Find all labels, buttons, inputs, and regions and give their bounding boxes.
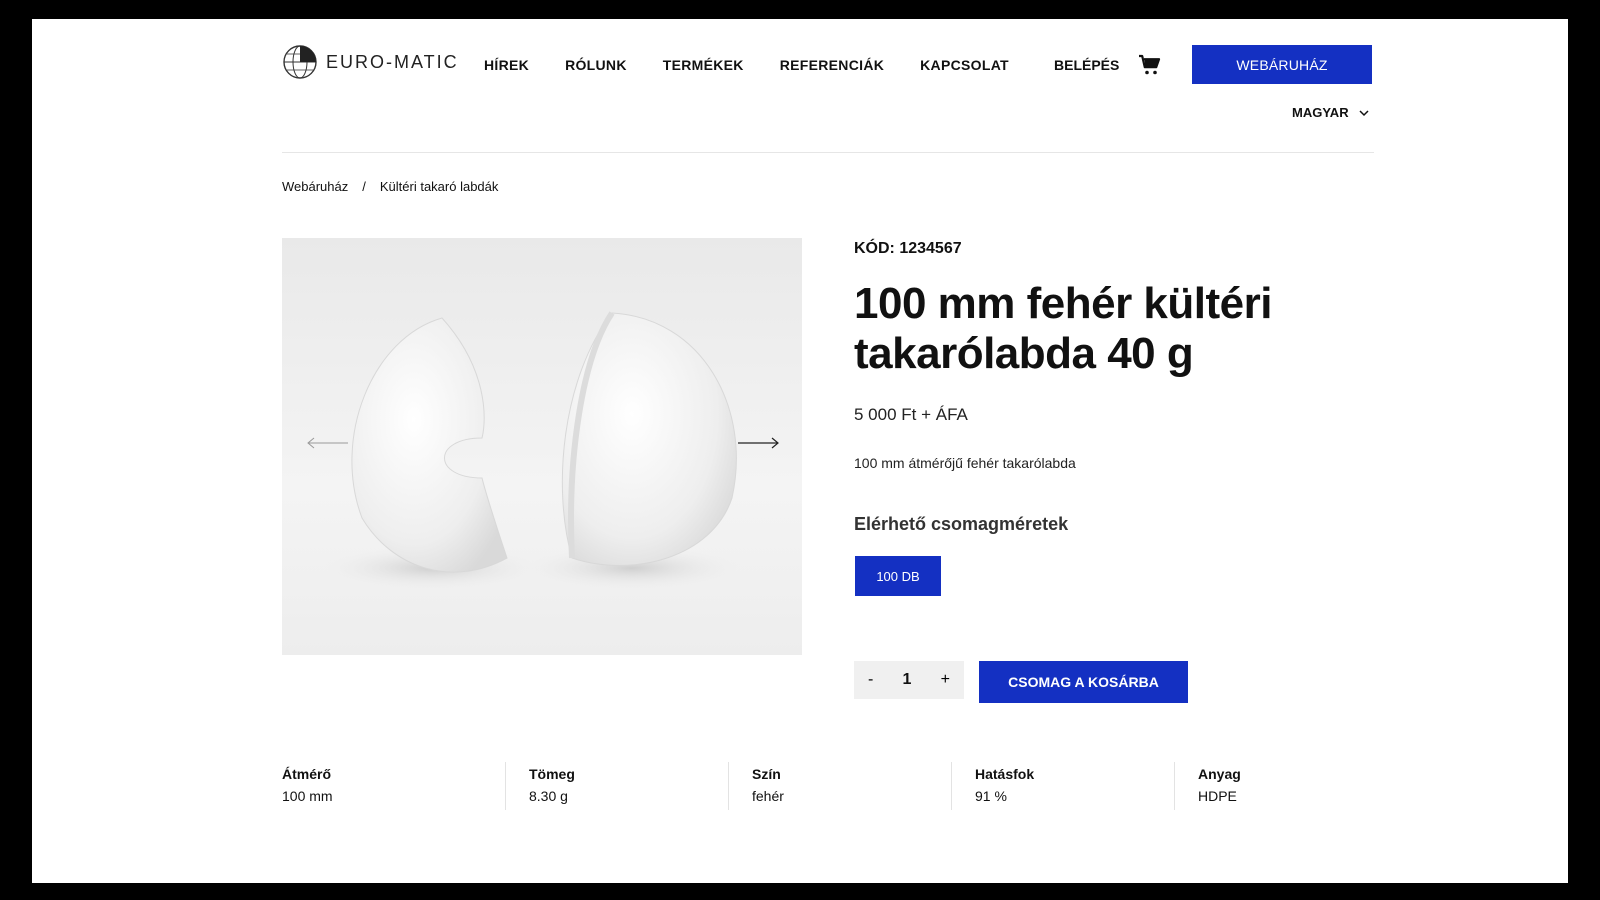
product-image-gallery	[282, 238, 802, 655]
spec-item: Átmérő 100 mm	[282, 766, 505, 814]
nav-item-hirek[interactable]: HÍREK	[484, 57, 529, 73]
header-divider	[282, 152, 1374, 153]
breadcrumb: Webáruház / Kültéri takaró labdák	[282, 179, 498, 194]
spec-item: Anyag HDPE	[1174, 762, 1397, 814]
product-title: 100 mm fehér kültéri takarólabda 40 g	[854, 279, 1272, 378]
nav-item-termekek[interactable]: TERMÉKEK	[663, 57, 744, 73]
add-to-cart-button[interactable]: CSOMAG A KOSÁRBA	[979, 661, 1188, 703]
page-frame: EURO-MATIC HÍREK RÓLUNK TERMÉKEK REFEREN…	[32, 19, 1568, 883]
spec-value: HDPE	[1198, 788, 1237, 804]
spec-label: Átmérő	[282, 766, 332, 782]
logo-text: EURO-MATIC	[326, 51, 459, 72]
globe-logo-icon	[283, 45, 317, 79]
nav-item-rolunk[interactable]: RÓLUNK	[565, 57, 627, 73]
product-description: 100 mm átmérőjű fehér takarólabda	[854, 455, 1076, 471]
arrow-right-icon[interactable]	[738, 436, 780, 450]
cart-icon[interactable]	[1138, 53, 1162, 77]
spec-item: Szín fehér	[728, 762, 951, 814]
main-nav: HÍREK RÓLUNK TERMÉKEK REFERENCIÁK KAPCSO…	[484, 57, 1045, 73]
language-select[interactable]: MAGYAR	[1292, 105, 1369, 120]
chevron-down-icon	[1359, 109, 1369, 116]
breadcrumb-separator: /	[362, 179, 366, 194]
package-sizes-heading: Elérhető csomagméretek	[854, 514, 1069, 534]
spec-value: 8.30 g	[529, 788, 568, 804]
product-price: 5 000 Ft + ÁFA	[854, 405, 968, 424]
breadcrumb-current[interactable]: Kültéri takaró labdák	[380, 179, 499, 194]
quantity-value[interactable]: 1	[903, 671, 912, 689]
spec-value: 100 mm	[282, 788, 333, 804]
webshop-button[interactable]: WEBÁRUHÁZ	[1192, 45, 1372, 84]
nav-item-kapcsolat[interactable]: KAPCSOLAT	[920, 57, 1009, 73]
logo[interactable]: EURO-MATIC	[282, 43, 459, 81]
arrow-left-icon[interactable]	[306, 436, 348, 450]
login-link[interactable]: BELÉPÉS	[1054, 57, 1119, 73]
spec-item: Hatásfok 91 %	[951, 762, 1174, 814]
spec-value: fehér	[752, 788, 784, 804]
spec-label: Tömeg	[529, 766, 575, 782]
package-option-100[interactable]: 100 DB	[855, 556, 941, 596]
breadcrumb-webshop[interactable]: Webáruház	[282, 179, 348, 194]
nav-item-referenciak[interactable]: REFERENCIÁK	[780, 57, 884, 73]
spec-item: Tömeg 8.30 g	[505, 762, 728, 814]
spec-list: Átmérő 100 mm Tömeg 8.30 g Szín fehér Ha…	[282, 762, 1397, 814]
spec-label: Anyag	[1198, 766, 1241, 782]
spec-value: 91 %	[975, 788, 1007, 804]
quantity-stepper: - 1 +	[854, 661, 964, 699]
language-label: MAGYAR	[1292, 105, 1349, 120]
decrease-button[interactable]: -	[868, 671, 873, 689]
product-image	[322, 311, 742, 590]
spec-label: Hatásfok	[975, 766, 1035, 782]
product-code: KÓD: 1234567	[854, 240, 962, 257]
increase-button[interactable]: +	[941, 671, 950, 689]
spec-label: Szín	[752, 766, 781, 782]
